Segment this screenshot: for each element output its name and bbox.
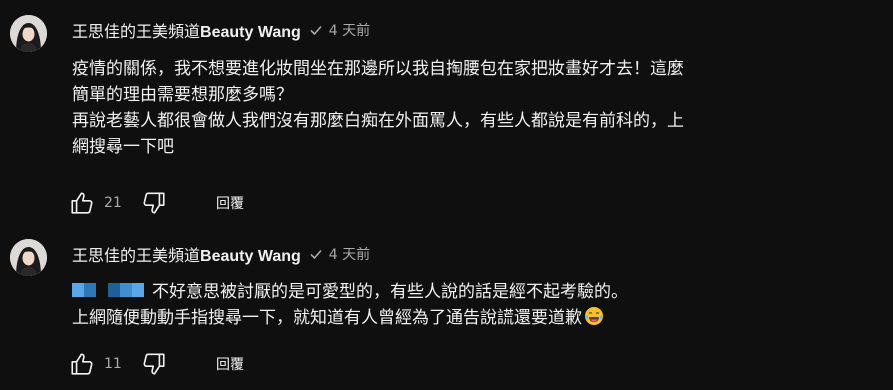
comment-header: 王思佳的王美頻道Beauty Wang 4 天前 xyxy=(72,19,370,41)
redacted-mention[interactable] xyxy=(72,283,144,297)
like-button[interactable] xyxy=(64,346,100,382)
thumbs-up-icon xyxy=(71,192,93,214)
avatar[interactable] xyxy=(10,15,47,52)
reply-button[interactable]: 回覆 xyxy=(216,193,244,213)
comment-thread-2: 王思佳的王美頻道Beauty Wang 4 天前 不好意思被討厭的是可愛型的，有… xyxy=(0,230,893,390)
comment-thread-1: 王思佳的王美頻道Beauty Wang 4 天前 疫情的關係，我不想要進化妝間坐… xyxy=(0,0,893,230)
comment-text-line: 疫情的關係，我不想要進化妝間坐在那邊所以我自掏腰包在家把妝畫好才去！這麼 xyxy=(72,59,684,79)
comment-timestamp[interactable]: 4 天前 xyxy=(329,20,370,40)
thumbs-up-icon xyxy=(71,353,93,375)
like-button[interactable] xyxy=(64,185,100,221)
author-name[interactable]: 王思佳的王美頻道Beauty Wang xyxy=(72,242,301,266)
dislike-button[interactable] xyxy=(136,185,172,221)
like-count: 21 xyxy=(104,195,122,211)
like-count: 11 xyxy=(104,356,122,372)
avatar[interactable] xyxy=(10,239,47,276)
comment-text: 不好意思被討厭的是可愛型的，有些人說的話是經不起考驗的。 上網隨便動動手指搜尋一… xyxy=(72,279,842,331)
laughing-tears-emoji xyxy=(585,307,603,325)
thumbs-down-icon xyxy=(143,192,165,214)
comment-text: 疫情的關係，我不想要進化妝間坐在那邊所以我自掏腰包在家把妝畫好才去！這麼 簡單的… xyxy=(72,56,842,160)
comment-text-line: 網搜尋一下吧 xyxy=(72,137,174,157)
comment-header: 王思佳的王美頻道Beauty Wang 4 天前 xyxy=(72,243,370,265)
check-icon xyxy=(309,23,323,37)
thumbs-down-icon xyxy=(143,353,165,375)
comment-timestamp[interactable]: 4 天前 xyxy=(329,244,370,264)
comment-text-segment: 不好意思被討厭的是可愛型的，有些人說的話是經不起考驗的。 xyxy=(152,282,628,302)
comment-actions: 21 回覆 xyxy=(64,183,244,223)
comment-text-line: 上網隨便動動手指搜尋一下，就知道有人曾經為了通告說謊還要道歉 xyxy=(72,305,842,331)
dislike-button[interactable] xyxy=(136,346,172,382)
check-icon xyxy=(309,247,323,261)
reply-button[interactable]: 回覆 xyxy=(216,354,244,374)
comment-text-line: 再說老藝人都很會做人我們沒有那麼白痴在外面罵人，有些人都說是有前科的，上 xyxy=(72,111,684,131)
comment-text-line: 不好意思被討厭的是可愛型的，有些人說的話是經不起考驗的。 xyxy=(72,279,842,305)
comment-text-line: 簡單的理由需要想那麼多嗎？ xyxy=(72,85,293,105)
comment-actions: 11 回覆 xyxy=(64,344,244,384)
author-name[interactable]: 王思佳的王美頻道Beauty Wang xyxy=(72,18,301,42)
comment-text-segment: 上網隨便動動手指搜尋一下，就知道有人曾經為了通告說謊還要道歉 xyxy=(72,308,582,328)
